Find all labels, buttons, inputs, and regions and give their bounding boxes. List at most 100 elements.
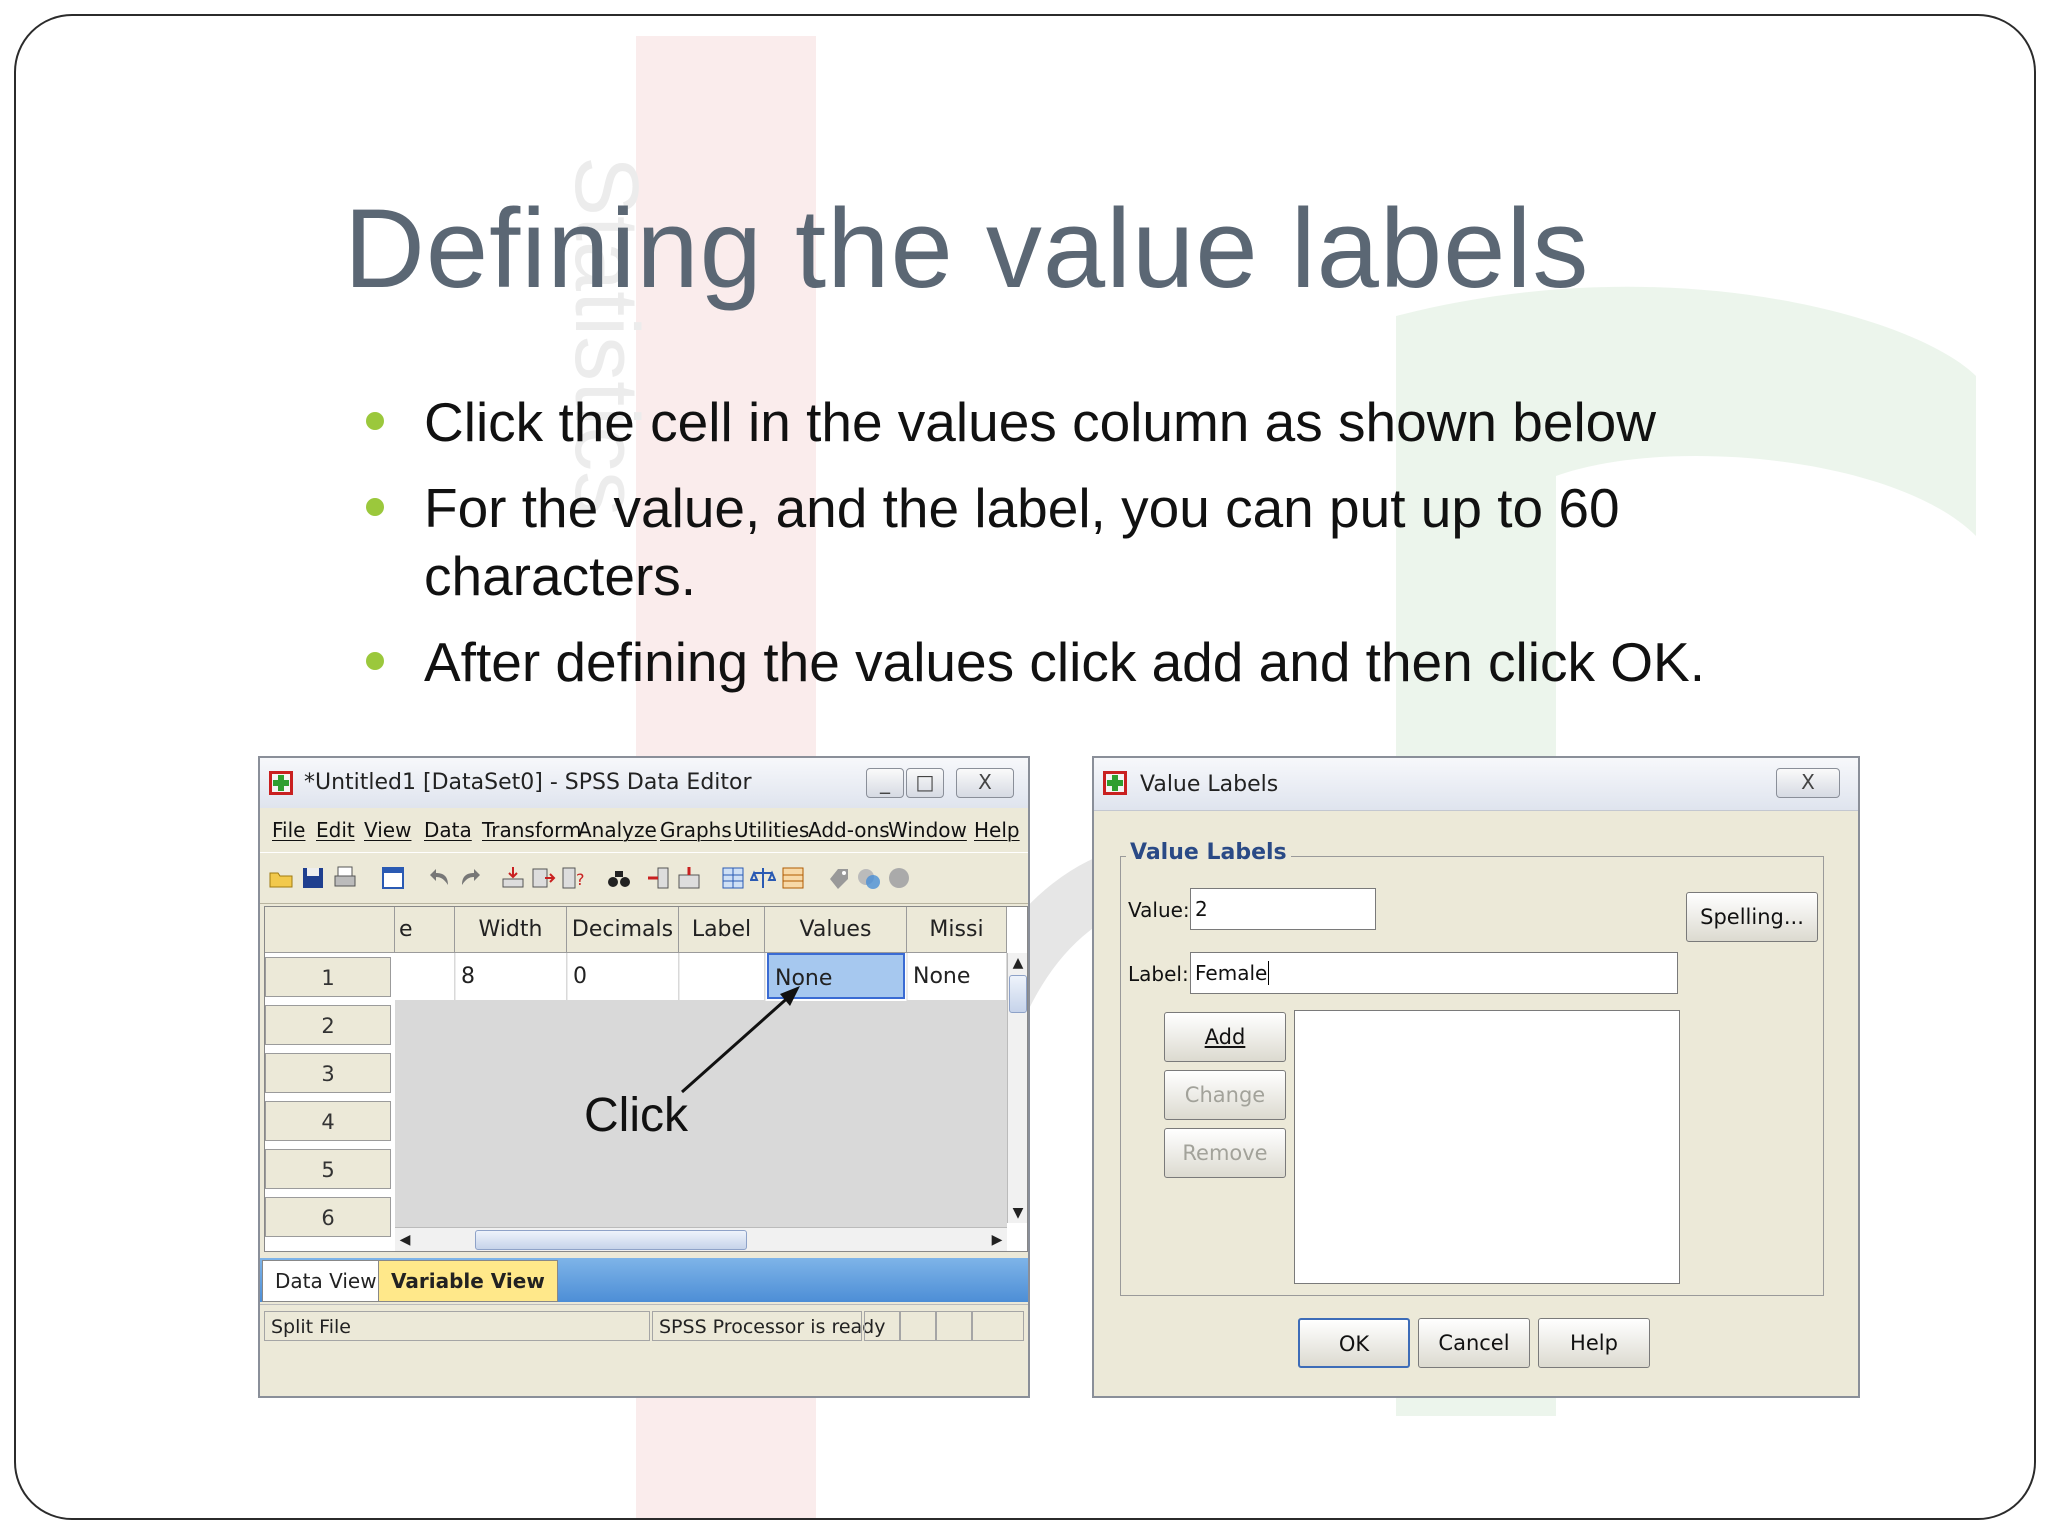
menu-file[interactable]: File [272,818,305,842]
group-title: Value Labels [1126,840,1291,865]
use-sets-icon[interactable] [856,865,882,891]
bullet-item: For the value, and the label, you can pu… [366,474,1786,610]
label-input[interactable]: Female [1190,952,1678,994]
column-header-values[interactable]: Values [765,907,907,953]
cell-decimals[interactable]: 0 [567,953,679,1001]
scroll-left-icon[interactable]: ◀ [395,1230,415,1250]
dialog-titlebar[interactable]: Value Labels X [1094,758,1858,811]
bullet-item: Click the cell in the values column as s… [366,388,1786,456]
insert-cases-icon[interactable] [646,865,672,891]
cancel-button[interactable]: Cancel [1418,1318,1530,1368]
minimize-button[interactable]: _ [866,768,904,798]
tab-data-view[interactable]: Data View [262,1260,390,1302]
label-field-label: Label: [1128,962,1189,986]
vertical-scroll-thumb[interactable] [1009,975,1027,1013]
row-header[interactable]: 4 [265,1101,391,1141]
spss-data-editor-window: *Untitled1 [DataSet0] - SPSS Data Editor… [258,756,1030,1398]
row-header[interactable]: 1 [265,957,391,997]
spss-app-icon [269,771,293,795]
vertical-scrollbar[interactable]: ▲ ▼ [1007,953,1027,1223]
menu-graphs[interactable]: Graphs [660,818,732,842]
menu-add-ons[interactable]: Add-ons [808,818,890,842]
bullet-dot [366,498,384,516]
status-cell [936,1311,972,1341]
toolbar: ? [260,852,1028,904]
variables-info-icon[interactable]: ? [560,865,586,891]
text-cursor [1268,961,1270,985]
status-cell [864,1311,900,1341]
insert-variable-icon[interactable] [676,865,702,891]
show-all-variables-icon[interactable] [886,865,912,891]
column-header-type[interactable]: e [395,907,455,953]
row-header[interactable]: 3 [265,1053,391,1093]
remove-button[interactable]: Remove [1164,1128,1286,1178]
menu-view[interactable]: View [364,818,411,842]
scroll-up-icon[interactable]: ▲ [1008,953,1027,973]
row-header[interactable]: 5 [265,1149,391,1189]
cell-values-selected[interactable]: None [767,953,905,999]
click-annotation: Click [584,1089,688,1142]
menu-window[interactable]: Window [888,818,967,842]
bullet-dot [366,652,384,670]
cell-width[interactable]: 8 [455,953,567,1001]
column-header-label[interactable]: Label [679,907,765,953]
window-titlebar[interactable]: *Untitled1 [DataSet0] - SPSS Data Editor… [260,758,1028,809]
menu-transform[interactable]: Transform [482,818,581,842]
grid-cell[interactable] [395,953,455,1001]
corner-header [265,907,395,953]
menu-utilities[interactable]: Utilities [734,818,809,842]
slide-title: Defining the value labels [344,186,1590,311]
status-processor: SPSS Processor is ready [652,1311,885,1341]
svg-text:?: ? [576,870,585,889]
column-header-decimals[interactable]: Decimals [567,907,679,953]
value-labels-dialog: Value Labels X Value Labels Value: 2 Lab… [1092,756,1860,1398]
redo-icon[interactable] [456,865,482,891]
menu-analyze[interactable]: Analyze [578,818,657,842]
change-button[interactable]: Change [1164,1070,1286,1120]
bullet-text: After defining the values click add and … [424,631,1705,693]
find-binoculars-icon[interactable] [606,865,632,891]
bullet-text: Click the cell in the values column as s… [424,391,1656,453]
cell-missing[interactable]: None [907,953,1007,1001]
close-button[interactable]: X [956,768,1014,798]
dialog-recall-icon[interactable] [380,865,406,891]
row-header[interactable]: 2 [265,1005,391,1045]
menu-help[interactable]: Help [974,818,1020,842]
ok-button[interactable]: OK [1298,1318,1410,1368]
save-icon[interactable] [300,865,326,891]
scroll-right-icon[interactable]: ▶ [987,1230,1007,1250]
dialog-close-button[interactable]: X [1776,768,1840,798]
horizontal-scroll-thumb[interactable] [475,1230,747,1250]
empty-grid-area[interactable] [395,1001,1007,1227]
column-header-missing[interactable]: Missi [907,907,1007,953]
column-header-width[interactable]: Width [455,907,567,953]
open-folder-icon[interactable] [268,865,294,891]
tab-variable-view[interactable]: Variable View [378,1260,558,1302]
menu-data[interactable]: Data [424,818,472,842]
undo-icon[interactable] [428,865,454,891]
select-cases-icon[interactable] [780,865,806,891]
row-header[interactable]: 6 [265,1197,391,1237]
weight-cases-icon[interactable] [750,865,776,891]
help-button[interactable]: Help [1538,1318,1650,1368]
spelling-button[interactable]: Spelling... [1686,892,1818,942]
status-split-file: Split File [264,1311,650,1341]
value-input[interactable]: 2 [1190,888,1376,930]
window-title: *Untitled1 [DataSet0] - SPSS Data Editor [304,770,752,795]
status-cell [972,1311,1024,1341]
value-labels-icon[interactable] [826,865,852,891]
value-labels-list[interactable] [1294,1010,1680,1284]
add-button[interactable]: Add [1164,1012,1286,1062]
menu-edit[interactable]: Edit [316,818,355,842]
goto-variable-icon[interactable] [530,865,556,891]
status-cell [900,1311,936,1341]
bullet-item: After defining the values click add and … [366,628,1786,696]
maximize-button[interactable]: □ [906,768,944,798]
goto-case-icon[interactable] [500,865,526,891]
scroll-down-icon[interactable]: ▼ [1008,1203,1027,1223]
print-icon[interactable] [332,865,358,891]
horizontal-scrollbar[interactable]: ◀ ▶ [395,1227,1007,1251]
label-input-value: Female [1195,961,1268,985]
split-file-icon[interactable] [720,865,746,891]
cell-label[interactable] [679,953,765,1001]
